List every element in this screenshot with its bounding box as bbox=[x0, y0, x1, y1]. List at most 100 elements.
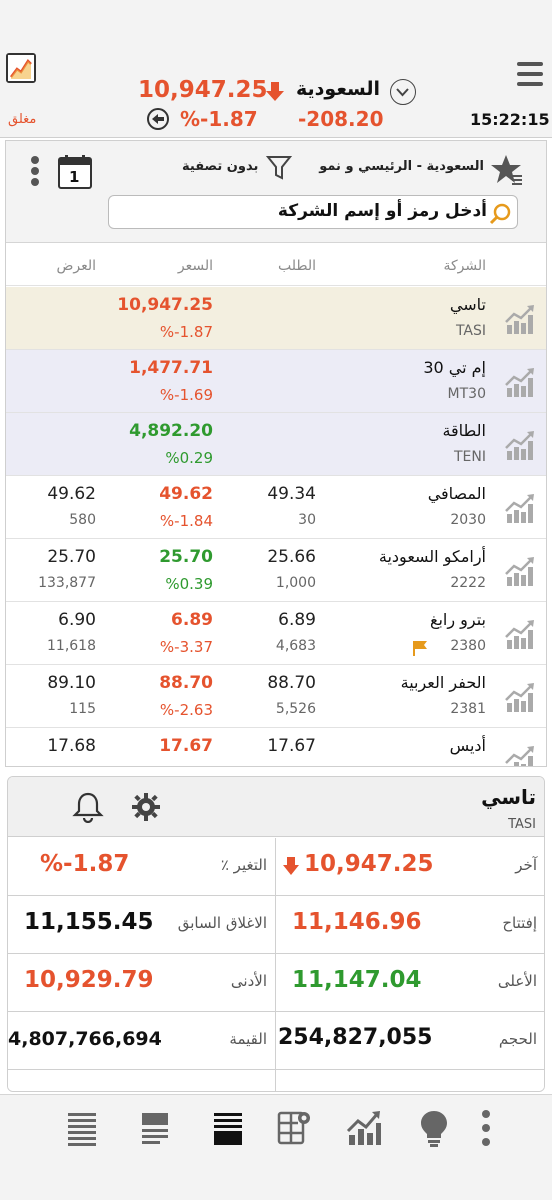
row-stock-code: TENI bbox=[454, 449, 486, 465]
detail-value-cell: القيمة 4,807,766,694 bbox=[8, 1012, 276, 1070]
row-ask-qty: 11,618 bbox=[47, 638, 96, 654]
row-bid-price: 88.70 bbox=[267, 673, 316, 693]
market-name[interactable]: السعودية bbox=[296, 78, 380, 100]
column-header-price[interactable]: السعر bbox=[178, 258, 213, 274]
stacked-list-icon[interactable] bbox=[210, 1109, 246, 1147]
filter-label[interactable]: بدون تصفية bbox=[182, 159, 258, 174]
row-last-price: 25.70 bbox=[159, 547, 213, 567]
gear-icon[interactable] bbox=[130, 791, 162, 823]
row-stock-name: أديس bbox=[449, 736, 486, 755]
row-change-pct: %0.29 bbox=[165, 449, 213, 467]
stock-row[interactable]: الحفر العربية 2381 88.70 5,526 88.70 %-2.63 89… bbox=[6, 665, 546, 728]
bottom-navigation bbox=[0, 1094, 552, 1200]
row-bid-price: 25.66 bbox=[267, 547, 316, 567]
row-stock-name: الحفر العربية bbox=[400, 673, 486, 692]
stock-row[interactable]: إم تي 30 MT30 1,477.71 %-1.69 bbox=[6, 350, 546, 413]
market-status-label: مغلق bbox=[8, 112, 37, 127]
stock-row[interactable]: أرامكو السعودية 2222 25.66 1,000 25.70 %0.39 2… bbox=[6, 539, 546, 602]
search-icon[interactable] bbox=[489, 202, 513, 226]
top-header: مغلق 10,947.25 السعودية %-1.87 -208.20 1… bbox=[0, 0, 552, 138]
detail-prev-close-cell: الاغلاق السابق 11,155.45 bbox=[8, 896, 276, 954]
app-logo-icon[interactable] bbox=[6, 53, 36, 83]
chart-icon[interactable] bbox=[346, 1109, 382, 1147]
mini-chart-icon[interactable] bbox=[504, 744, 536, 766]
mini-chart-icon[interactable] bbox=[504, 429, 536, 461]
column-header-bid[interactable]: الطلب bbox=[278, 258, 316, 274]
row-ask-qty: 115 bbox=[69, 701, 96, 717]
index-price: 10,947.25 bbox=[138, 77, 268, 103]
detail-header: تاسي TASI bbox=[8, 777, 544, 837]
stock-row[interactable]: الطاقة TENI 4,892.20 %0.29 bbox=[6, 413, 546, 476]
low-label: الأدنى bbox=[230, 972, 267, 990]
stock-row[interactable]: بترو رابغ 2380 6.89 4,683 6.89 %-3.37 6.90 11,6… bbox=[6, 602, 546, 665]
stock-row[interactable]: أديس 17.67 17.67 17.68 bbox=[6, 728, 546, 766]
value-label: القيمة bbox=[229, 1030, 267, 1048]
mini-chart-icon[interactable] bbox=[504, 681, 536, 713]
search-input[interactable]: أدخل رمز أو إسم الشركة bbox=[108, 195, 518, 229]
volume-value: 254,827,055 bbox=[278, 1025, 433, 1050]
prev-close-value: 11,155.45 bbox=[24, 909, 154, 935]
calendar-icon[interactable]: 1 bbox=[58, 155, 92, 189]
row-ask-qty: 580 bbox=[69, 512, 96, 528]
row-ask-price: 25.70 bbox=[47, 547, 96, 567]
index-change-value: -208.20 bbox=[298, 107, 384, 131]
detail-low-cell: الأدنى 10,929.79 bbox=[8, 954, 276, 1012]
stock-row[interactable]: تاسي TASI 10,947.25 %-1.87 bbox=[6, 287, 546, 350]
stock-row[interactable]: المصافي 2030 49.34 30 49.62 %-1.84 49.62 580 bbox=[6, 476, 546, 539]
row-ask-price: 49.62 bbox=[47, 484, 96, 504]
detail-open-cell: إفتتاح 11,146.96 bbox=[276, 896, 544, 954]
more-dots-icon[interactable] bbox=[476, 1109, 512, 1147]
row-last-price: 10,947.25 bbox=[117, 295, 213, 315]
row-stock-name: المصافي bbox=[427, 484, 486, 503]
row-bid-qty: 4,683 bbox=[275, 638, 316, 654]
column-header-ask[interactable]: العرض bbox=[56, 258, 96, 274]
column-header-company[interactable]: الشركة bbox=[443, 258, 486, 274]
detail-volume-cell: الحجم 254,827,055 bbox=[276, 1012, 544, 1070]
volume-label: الحجم bbox=[498, 1030, 537, 1048]
chevron-down-icon[interactable] bbox=[390, 79, 416, 105]
favorites-star-icon[interactable] bbox=[490, 153, 524, 187]
settings-grid-icon[interactable] bbox=[276, 1109, 312, 1147]
high-label: الأعلى bbox=[497, 972, 537, 990]
detail-last-cell: آخر 10,947.25 bbox=[276, 838, 544, 896]
mini-chart-icon[interactable] bbox=[504, 618, 536, 650]
last-update-time: 15:22:15 bbox=[470, 110, 550, 129]
index-change-percent: %-1.87 bbox=[180, 107, 258, 131]
list-title[interactable]: السعودية - الرئيسي و نمو bbox=[319, 159, 484, 174]
row-stock-code: 2222 bbox=[450, 575, 486, 591]
open-label: إفتتاح bbox=[502, 914, 537, 932]
mini-chart-icon[interactable] bbox=[504, 303, 536, 335]
row-last-price: 6.89 bbox=[171, 610, 213, 630]
row-ask-price: 17.68 bbox=[47, 736, 96, 756]
mini-chart-icon[interactable] bbox=[504, 492, 536, 524]
filter-bar: السعودية - الرئيسي و نمو بدون تصفية 1 أد… bbox=[6, 141, 546, 243]
bell-alert-icon[interactable] bbox=[72, 791, 104, 824]
row-bid-qty: 30 bbox=[298, 512, 316, 528]
last-label: آخر bbox=[515, 856, 537, 874]
row-change-pct: %-3.37 bbox=[159, 638, 213, 656]
row-stock-code: 2030 bbox=[450, 512, 486, 528]
row-ask-qty: 133,877 bbox=[38, 575, 96, 591]
hamburger-menu-icon[interactable] bbox=[517, 60, 543, 88]
row-change-pct: %-1.69 bbox=[159, 386, 213, 404]
list-lines-icon[interactable] bbox=[64, 1109, 100, 1147]
row-last-price: 17.67 bbox=[159, 736, 213, 756]
filter-funnel-icon[interactable] bbox=[265, 154, 293, 182]
mini-chart-icon[interactable] bbox=[504, 366, 536, 398]
detail-empty-cell bbox=[8, 1070, 276, 1091]
mini-chart-icon[interactable] bbox=[504, 555, 536, 587]
document-icon[interactable] bbox=[138, 1109, 174, 1147]
row-change-pct: %-2.63 bbox=[159, 701, 213, 719]
value-value: 4,807,766,694 bbox=[8, 1028, 162, 1050]
row-last-price: 49.62 bbox=[159, 484, 213, 504]
row-stock-name: تاسي bbox=[449, 295, 486, 314]
row-bid-qty: 5,526 bbox=[275, 701, 316, 717]
back-arrow-icon[interactable] bbox=[146, 107, 170, 131]
more-options-icon[interactable] bbox=[30, 155, 40, 187]
prev-close-label: الاغلاق السابق bbox=[177, 914, 267, 932]
open-value: 11,146.96 bbox=[292, 909, 422, 935]
down-arrow-icon bbox=[264, 80, 286, 102]
row-bid-price: 6.89 bbox=[278, 610, 316, 630]
watchlist-panel: السعودية - الرئيسي و نمو بدون تصفية 1 أد… bbox=[5, 140, 547, 767]
lightbulb-icon[interactable] bbox=[416, 1109, 452, 1147]
